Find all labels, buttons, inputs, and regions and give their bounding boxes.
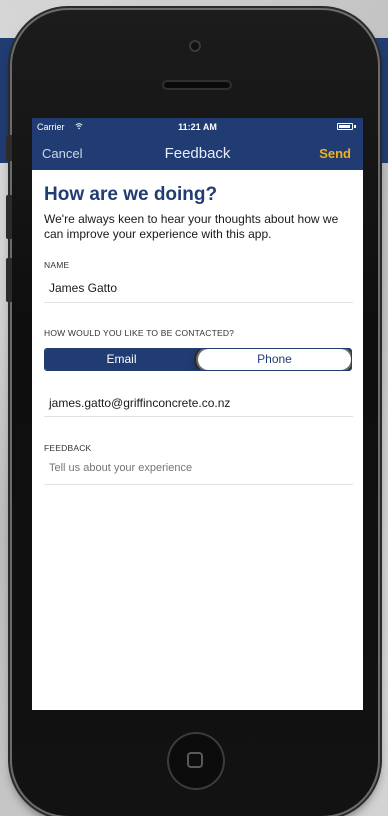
battery-tip [354,125,356,128]
volume-up-button [6,195,12,239]
mute-switch [6,135,12,161]
phone-device: Carrier 11:21 AM Cancel Feedback Send Ho… [6,10,378,816]
page-title: How are we doing? [44,184,218,205]
battery-icon [337,123,353,130]
navigation-bar: Cancel Feedback Send [32,136,363,170]
feedback-label: FEEDBACK [44,443,92,453]
nav-title: Feedback [164,145,231,162]
home-button-icon [187,752,203,768]
intro-text: We're always keen to hear your thoughts … [44,212,339,241]
status-time: 11:21 AM [178,122,217,132]
feedback-form: How are we doing? We're always keen to h… [32,170,363,710]
phone-screen: Carrier 11:21 AM Cancel Feedback Send Ho… [32,118,363,710]
send-button[interactable]: Send [319,146,351,161]
feedback-field-divider [44,484,353,485]
contact-option-phone[interactable]: Phone [198,349,351,370]
name-field-divider [44,302,353,303]
volume-down-button [6,258,12,302]
email-field[interactable]: james.gatto@griffinconcrete.co.nz [49,396,230,410]
earpiece-speaker [162,80,232,90]
name-field[interactable]: James Gatto [49,281,117,295]
contact-method-label: HOW WOULD YOU LIKE TO BE CONTACTED? [44,328,235,338]
front-camera [189,40,201,52]
home-button[interactable] [167,732,225,790]
status-bar: Carrier 11:21 AM [32,118,363,136]
contact-method-segmented-control: Email Phone [44,348,352,371]
name-label: NAME [44,260,70,270]
feedback-input[interactable] [47,460,351,476]
email-field-divider [44,416,353,417]
contact-option-email[interactable]: Email [45,349,198,370]
